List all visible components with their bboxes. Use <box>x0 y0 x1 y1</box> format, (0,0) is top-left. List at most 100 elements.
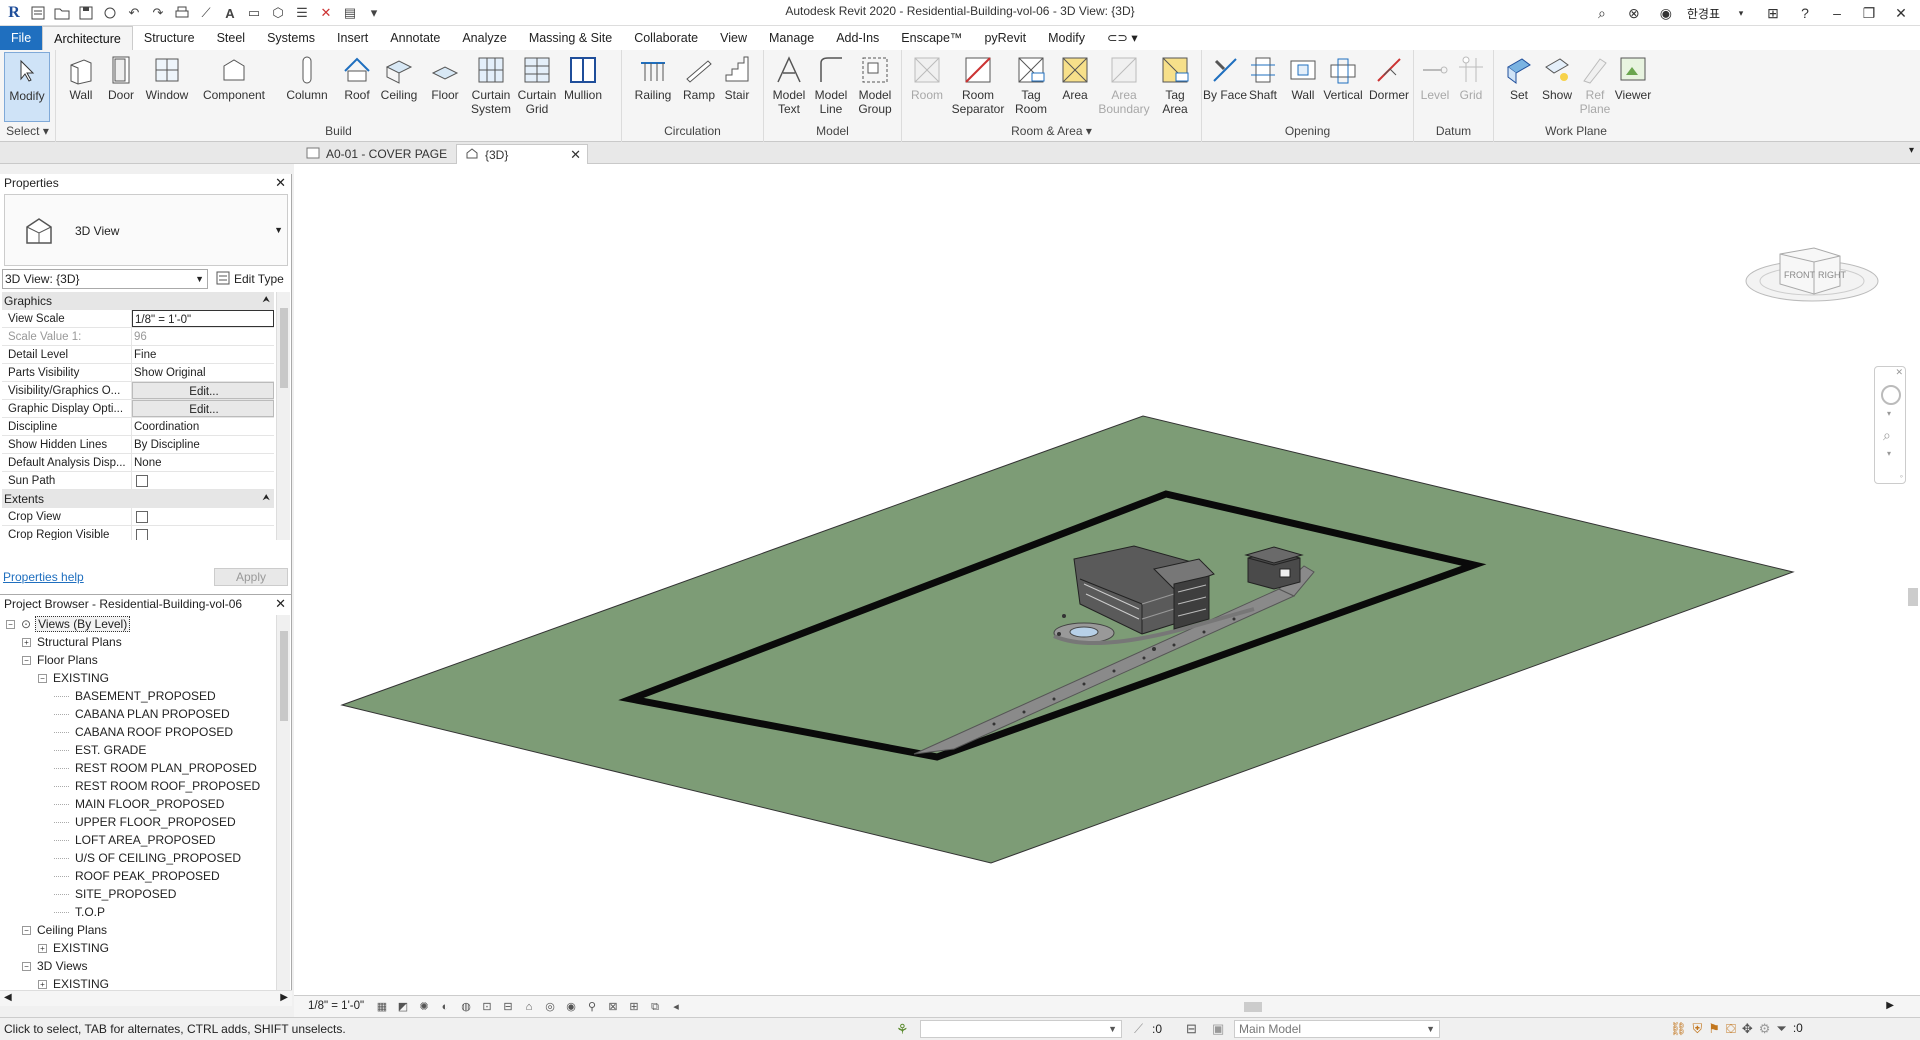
view-item[interactable]: SITE_PROPOSED <box>2 885 274 903</box>
minimize-icon[interactable]: – <box>1826 2 1848 24</box>
property-value[interactable]: By Discipline <box>132 436 274 453</box>
select-pinned-icon[interactable]: ⚑ <box>1708 1021 1720 1037</box>
vertical-opening-button[interactable]: Vertical <box>1320 52 1366 102</box>
ribbon-tab-collaborate[interactable]: Collaborate <box>623 26 709 50</box>
select-links-icon[interactable]: ⛓ <box>1670 1021 1687 1037</box>
view-item[interactable]: BASEMENT_PROPOSED <box>2 687 274 705</box>
view-item[interactable]: REST ROOM ROOF_PROPOSED <box>2 777 274 795</box>
sun-path-icon[interactable]: ✺ <box>416 1000 432 1014</box>
detail-level-icon[interactable]: ▦ <box>374 1000 390 1014</box>
tree-node[interactable]: − ⊙ Views (By Level) <box>2 615 274 633</box>
ribbon-tab-enscape[interactable]: Enscape™ <box>890 26 973 50</box>
viewport-scrollbar[interactable] <box>1906 164 1920 994</box>
railing-button[interactable]: Railing <box>630 52 676 102</box>
tree-node[interactable]: − Ceiling Plans <box>2 921 274 939</box>
restore-icon[interactable]: ❐ <box>1858 2 1880 24</box>
room-area-group-title[interactable]: Room & Area ▾ <box>902 124 1201 138</box>
edit-button[interactable]: Edit... <box>132 382 274 399</box>
ribbon-tab-modify[interactable]: Modify <box>1037 26 1096 50</box>
scroll-thumb[interactable] <box>1908 588 1918 606</box>
view-item[interactable]: LOFT AREA_PROPOSED <box>2 831 274 849</box>
property-value[interactable]: Coordination <box>132 418 274 435</box>
3d-viewport[interactable]: FRONT RIGHT ✕ ▾ ⌕ ▾ ◦ <box>294 164 1920 1006</box>
view-item[interactable]: MAIN FLOOR_PROPOSED <box>2 795 274 813</box>
expand-icon[interactable]: + <box>22 637 31 647</box>
tree-node[interactable]: − Floor Plans <box>2 651 274 669</box>
close-browser-icon[interactable]: ✕ <box>275 596 286 612</box>
user-name[interactable]: 한경표 <box>1687 5 1720 22</box>
wheel-dropdown-icon[interactable]: ▾ <box>1887 409 1891 418</box>
view-item[interactable]: U/S OF CEILING_PROPOSED <box>2 849 274 867</box>
binoculars-icon[interactable]: ⊗ <box>1623 2 1645 24</box>
graphics-section-header[interactable]: Graphics ⮝ <box>2 292 274 310</box>
model-group-button[interactable]: Model Group <box>852 52 898 116</box>
close-tab-icon[interactable]: ✕ <box>570 147 581 163</box>
view-item[interactable]: CABANA ROOF PROPOSED <box>2 723 274 741</box>
workset-icon[interactable]: ⚘ <box>896 1021 909 1038</box>
edit-button[interactable]: Edit... <box>132 400 274 417</box>
shadows-icon[interactable]: ◐ <box>437 1000 453 1014</box>
edit-type-button[interactable]: Edit Type <box>212 269 288 289</box>
view-item[interactable]: UPPER FLOOR_PROPOSED <box>2 813 274 831</box>
collapse-icon[interactable]: − <box>38 673 47 683</box>
ribbon-tab-file[interactable]: File <box>0 26 43 50</box>
tree-node[interactable]: + EXISTING <box>2 939 274 957</box>
design-options-icon[interactable]: ⊟ <box>1186 1021 1197 1037</box>
user-dropdown-icon[interactable]: ▾ <box>1730 2 1752 24</box>
collapse-icon[interactable]: − <box>22 925 31 935</box>
browser-horizontal-scrollbar[interactable]: ◀ ▶ <box>0 990 292 1006</box>
background-process-icon[interactable]: ⚙ <box>1759 1021 1771 1037</box>
stair-button[interactable]: Stair <box>714 52 760 102</box>
collapse-icon[interactable]: − <box>22 655 31 665</box>
visual-style-icon[interactable]: ◩ <box>395 1000 411 1014</box>
zoom-dropdown-icon[interactable]: ▾ <box>1887 449 1891 458</box>
unlocked-3d-icon[interactable]: ⌂ <box>521 1000 537 1014</box>
grid-button[interactable]: Grid <box>1448 52 1494 102</box>
properties-scrollbar[interactable] <box>276 292 290 540</box>
extents-section-header[interactable]: Extents ⮝ <box>2 490 274 508</box>
ribbon-tab-manage[interactable]: Manage <box>758 26 825 50</box>
model-canvas[interactable]: FRONT RIGHT <box>294 164 1920 994</box>
workset-selector[interactable]: ▼ <box>920 1020 1122 1038</box>
filter-icon[interactable]: ⏷ <box>1776 1021 1786 1037</box>
browser-scrollbar[interactable] <box>276 615 290 991</box>
model-text-button[interactable]: Model Text <box>766 52 812 116</box>
ribbon-tab-pyrevit[interactable]: pyRevit <box>973 26 1037 50</box>
component-button[interactable]: Component <box>202 52 266 102</box>
viewer-button[interactable]: Viewer <box>1610 52 1656 102</box>
area-boundary-button[interactable]: Area Boundary <box>1096 52 1152 116</box>
area-button[interactable]: Area <box>1052 52 1098 102</box>
drag-elements-icon[interactable]: ✥ <box>1742 1021 1753 1037</box>
expand-icon[interactable]: + <box>38 979 47 989</box>
select-underlay-icon[interactable]: ⛨ <box>1693 1021 1703 1037</box>
design-option-selector[interactable]: Main Model ▼ <box>1234 1020 1440 1038</box>
ribbon-tab-architecture[interactable]: Architecture <box>42 26 133 50</box>
close-navbar-icon[interactable]: ✕ <box>1895 367 1903 378</box>
room-button[interactable]: Room <box>904 52 950 102</box>
window-button[interactable]: Window <box>144 52 190 102</box>
temporary-hide-icon[interactable]: ◎ <box>542 1000 558 1014</box>
checkbox[interactable] <box>136 475 148 487</box>
ribbon-tab-systems[interactable]: Systems <box>256 26 326 50</box>
rendering-icon[interactable]: ◍ <box>458 1000 474 1014</box>
room-separator-button[interactable]: Room Separator <box>948 52 1008 116</box>
model-line-button[interactable]: Model Line <box>808 52 854 116</box>
worksharing-display-icon[interactable]: ⊠ <box>605 1000 621 1014</box>
type-dropdown-icon[interactable]: ▼ <box>274 225 283 235</box>
close-properties-icon[interactable]: ✕ <box>275 175 286 191</box>
select-group-title[interactable]: Select ▾ <box>0 124 55 138</box>
tab-cover-page[interactable]: A0-01 - COVER PAGE <box>298 144 455 164</box>
tree-node[interactable]: −3D Views <box>2 957 274 975</box>
property-value[interactable]: Show Original <box>132 364 274 381</box>
tabs-overflow-icon[interactable]: ▾ <box>1909 145 1914 156</box>
curtain-grid-button[interactable]: Curtain Grid <box>514 52 560 116</box>
curtain-system-button[interactable]: Curtain System <box>468 52 514 116</box>
tree-node[interactable]: + Structural Plans <box>2 633 274 651</box>
design-options-2-icon[interactable]: ▣ <box>1212 1021 1224 1037</box>
floor-button[interactable]: Floor <box>422 52 468 102</box>
tree-node[interactable]: − EXISTING <box>2 669 274 687</box>
modify-button[interactable]: Modify <box>4 52 50 122</box>
collapse-icon[interactable]: − <box>22 961 31 971</box>
crop-view-icon[interactable]: ⊡ <box>479 1000 495 1014</box>
apply-button[interactable]: Apply <box>214 568 288 586</box>
